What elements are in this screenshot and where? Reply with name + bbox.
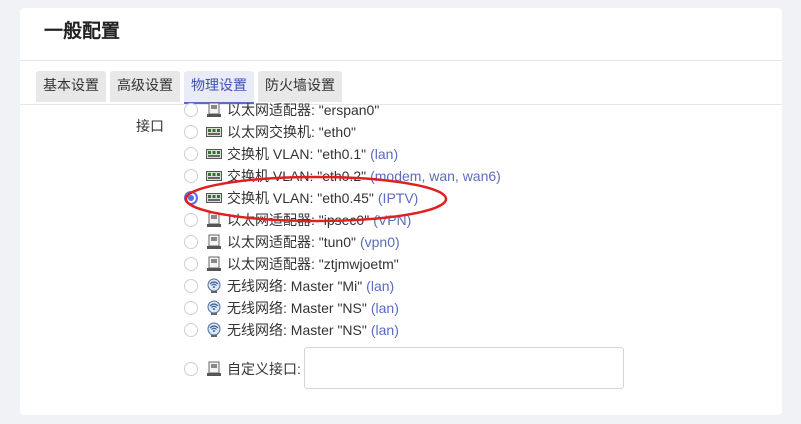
interface-option-label: 以太网适配器: "ipsec0" — [227, 212, 370, 228]
custom-interface-option[interactable]: 自定义接口: — [184, 359, 301, 379]
wifi-icon — [206, 300, 222, 316]
custom-interface-label: 自定义接口: — [227, 361, 301, 377]
section-title: 一般配置 — [44, 21, 121, 42]
firewall-zone-link[interactable]: (lan) — [371, 322, 399, 338]
interface-option-label: 无线网络: Master "NS" — [227, 322, 367, 338]
ethernet-adapter-icon — [206, 102, 222, 118]
interface-option[interactable]: 无线网络: Master "NS" (lan) — [184, 298, 399, 318]
ethernet-adapter-icon — [206, 234, 222, 250]
interface-radio[interactable] — [184, 235, 198, 249]
firewall-zone-link[interactable]: (vpn0) — [360, 234, 400, 250]
firewall-zone-link[interactable]: (lan) — [366, 278, 394, 294]
interface-label: 接口 — [136, 118, 164, 134]
interface-option[interactable]: 无线网络: Master "Mi" (lan) — [184, 276, 394, 296]
interface-radio[interactable] — [184, 169, 198, 183]
general-config-card: 一般配置 基本设置 高级设置 物理设置 防火墙设置 接口 以太网适配器: "er… — [20, 8, 782, 415]
tab-firewall-settings[interactable]: 防火墙设置 — [258, 71, 342, 102]
interface-option[interactable]: 以太网适配器: "tun0" (vpn0) — [184, 232, 400, 252]
interface-radio[interactable] — [184, 191, 198, 205]
interface-option-label: 交换机 VLAN: "eth0.45" — [227, 190, 374, 206]
ethernet-adapter-icon — [206, 212, 222, 228]
interface-option-label: 以太网适配器: "tun0" — [227, 234, 356, 250]
custom-interface-radio[interactable] — [184, 362, 198, 376]
interface-radio[interactable] — [184, 125, 198, 139]
firewall-zone-link[interactable]: (IPTV) — [378, 190, 418, 206]
ethernet-switch-icon — [206, 190, 222, 206]
wifi-icon — [206, 278, 222, 294]
interface-radio[interactable] — [184, 147, 198, 161]
interface-radio[interactable] — [184, 103, 198, 117]
custom-interface-input[interactable] — [304, 347, 624, 389]
firewall-zone-link[interactable]: (VPN) — [373, 212, 411, 228]
interface-radio[interactable] — [184, 323, 198, 337]
interface-option-label: 无线网络: Master "NS" — [227, 300, 367, 316]
interface-option[interactable]: 交换机 VLAN: "eth0.2" (modem, wan, wan6) — [184, 166, 501, 186]
tab-basic-settings[interactable]: 基本设置 — [36, 71, 106, 102]
ethernet-adapter-icon — [206, 361, 222, 377]
firewall-zone-link[interactable]: (lan) — [371, 300, 399, 316]
interface-option[interactable]: 交换机 VLAN: "eth0.45" (IPTV) — [184, 188, 418, 208]
ethernet-switch-icon — [206, 168, 222, 184]
title-divider — [20, 60, 782, 61]
ethernet-switch-icon — [206, 146, 222, 162]
interface-option-label: 以太网适配器: "ztjmwjoetm" — [227, 256, 399, 272]
firewall-zone-link[interactable]: (lan) — [370, 146, 398, 162]
interface-radio[interactable] — [184, 257, 198, 271]
tabs-divider — [20, 104, 782, 105]
tab-advanced-settings[interactable]: 高级设置 — [110, 71, 180, 102]
interface-option[interactable]: 以太网适配器: "ztjmwjoetm" — [184, 254, 399, 274]
firewall-zone-link[interactable]: (modem, wan, wan6) — [370, 168, 501, 184]
interface-option-label: 无线网络: Master "Mi" — [227, 278, 363, 294]
interface-radio[interactable] — [184, 279, 198, 293]
ethernet-switch-icon — [206, 124, 222, 140]
interface-option-label: 交换机 VLAN: "eth0.1" — [227, 146, 367, 162]
interface-option[interactable]: 交换机 VLAN: "eth0.1" (lan) — [184, 144, 398, 164]
interface-option[interactable]: 以太网交换机: "eth0" — [184, 122, 356, 142]
interface-option[interactable]: 以太网适配器: "erspan0" — [184, 100, 379, 120]
interface-option-label: 交换机 VLAN: "eth0.2" — [227, 168, 367, 184]
interface-option-label: 以太网适配器: "erspan0" — [227, 102, 380, 118]
interface-option-label: 以太网交换机: "eth0" — [227, 124, 356, 140]
interface-option[interactable]: 无线网络: Master "NS" (lan) — [184, 320, 399, 340]
interface-radio[interactable] — [184, 213, 198, 227]
interface-option[interactable]: 以太网适配器: "ipsec0" (VPN) — [184, 210, 411, 230]
interface-radio[interactable] — [184, 301, 198, 315]
ethernet-adapter-icon — [206, 256, 222, 272]
wifi-icon — [206, 322, 222, 338]
